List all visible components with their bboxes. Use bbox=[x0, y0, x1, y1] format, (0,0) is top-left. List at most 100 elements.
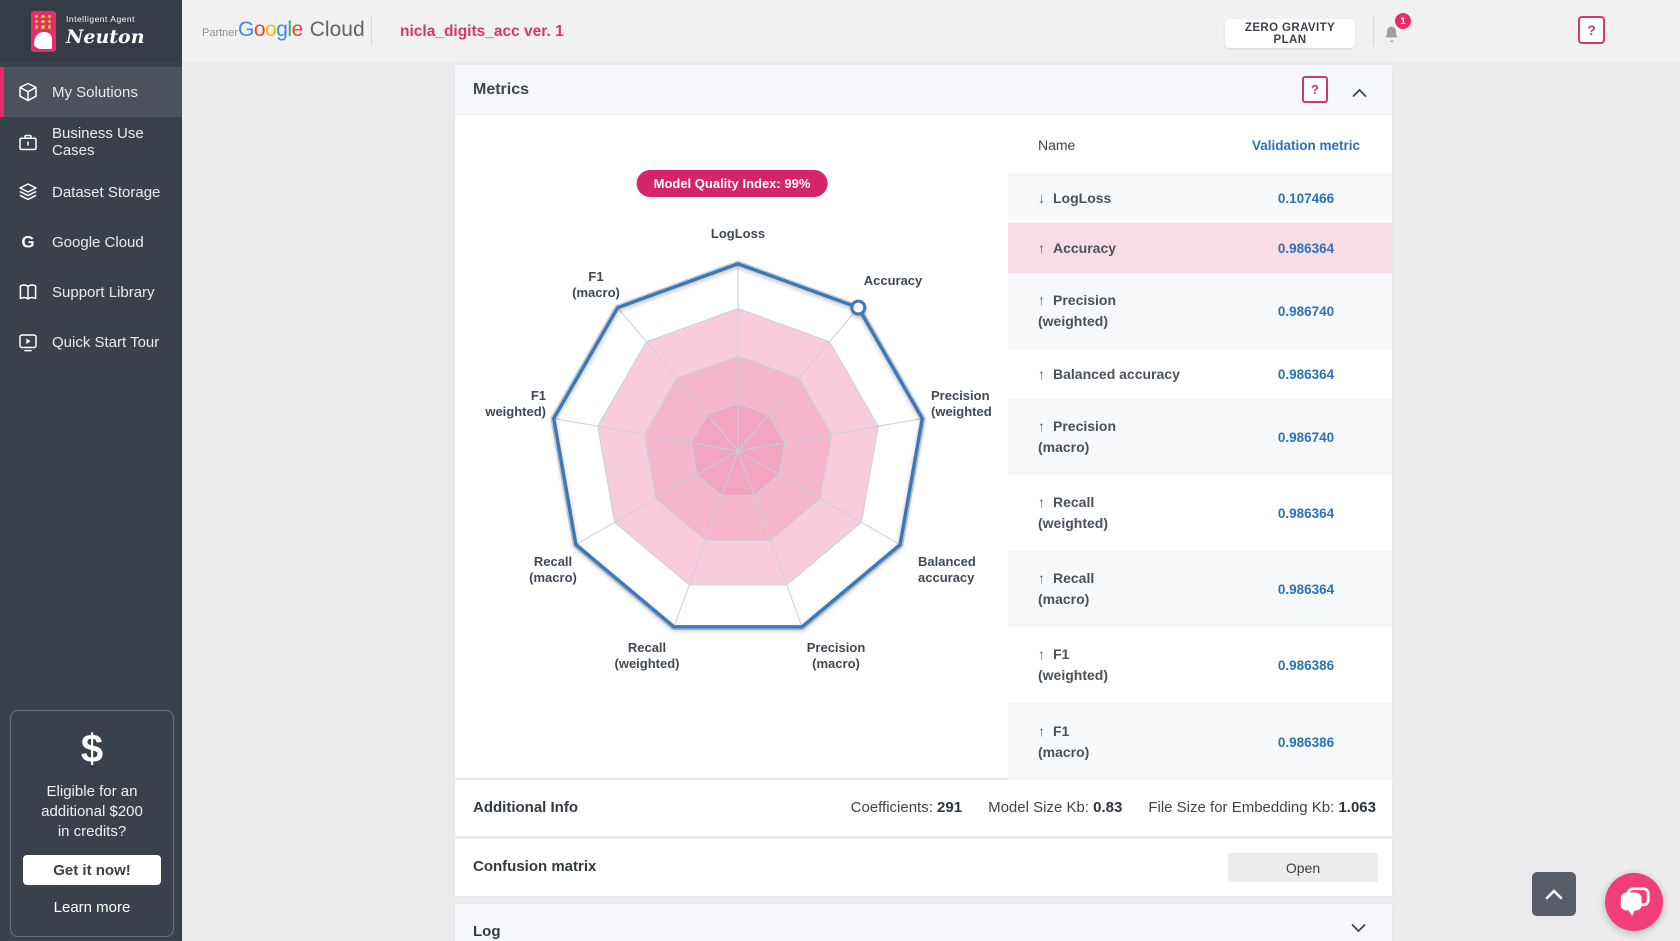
sidebar-item-dataset-storage[interactable]: Dataset Storage bbox=[0, 167, 182, 217]
confusion-matrix-card: Confusion matrix Open bbox=[455, 839, 1392, 896]
metric-name: Balanced accuracy bbox=[1053, 366, 1180, 382]
promo-text: Eligible for an additional $200 in credi… bbox=[11, 782, 173, 842]
coefficients-stat: Coefficients: 291 bbox=[851, 799, 962, 816]
model-size-stat: Model Size Kb: 0.83 bbox=[988, 799, 1122, 816]
metric-row-precision-weighted-[interactable]: ↑Precision(weighted)0.986740 bbox=[1008, 273, 1392, 349]
radar-axis-label-f1-macro-: F1 (macro) bbox=[572, 269, 620, 301]
additional-info-card: Additional Info Coefficients: 291 Model … bbox=[455, 780, 1392, 836]
credits-promo-card: $ Eligible for an additional $200 in cre… bbox=[10, 710, 174, 937]
chat-bubble-icon bbox=[1615, 884, 1653, 920]
help-button[interactable]: ? bbox=[1578, 16, 1605, 44]
sidebar-menu: My Solutions Business Use CasesDataset St… bbox=[0, 67, 182, 367]
arrow-up-icon: ↑ bbox=[1038, 723, 1045, 739]
metric-value: 0.986740 bbox=[1220, 430, 1392, 445]
radar-axis-label-recall-weighted-: Recall (weighted) bbox=[615, 640, 680, 672]
metric-row-logloss[interactable]: ↓ LogLoss 0.107466 bbox=[1008, 173, 1392, 223]
logo-tagline: Intelligent Agent bbox=[66, 15, 145, 24]
chat-button[interactable] bbox=[1605, 873, 1663, 931]
metric-value: 0.986740 bbox=[1220, 304, 1392, 319]
metric-name: Precision bbox=[1053, 418, 1116, 434]
metric-row-accuracy[interactable]: ↑ Accuracy 0.986364 bbox=[1008, 223, 1392, 273]
file-size-stat: File Size for Embedding Kb: 1.063 bbox=[1148, 799, 1376, 816]
open-confusion-matrix-button[interactable]: Open bbox=[1228, 853, 1378, 882]
metric-value: 0.107466 bbox=[1220, 191, 1392, 206]
radar-axis-label-balanced-accuracy: Balanced accuracy bbox=[918, 554, 976, 586]
collapse-chevron-up-icon[interactable] bbox=[1352, 85, 1367, 103]
sidebar-item-label: My Solutions bbox=[52, 84, 138, 101]
topbar: Partner GoogleCloud nicla_digits_acc ver… bbox=[182, 0, 1680, 62]
radar-axis-label-logloss: LogLoss bbox=[711, 226, 765, 242]
sidebar-item-business-use-cases[interactable]: Business Use Cases bbox=[0, 117, 182, 167]
sidebar: Intelligent Agent Neuton My Solutions Bus… bbox=[0, 0, 182, 941]
radar-axis-label-accuracy: Accuracy bbox=[864, 273, 923, 289]
main-area: Metrics ? LogLoss Accuracy Precision (weig… bbox=[182, 62, 1680, 941]
arrow-up-icon: ↑ bbox=[1038, 366, 1045, 382]
chevron-up-icon bbox=[1543, 887, 1565, 901]
metric-name: LogLoss bbox=[1053, 190, 1111, 206]
radar-chart-svg bbox=[455, 116, 1008, 778]
partner-label: Partner bbox=[202, 27, 238, 39]
log-card: Log bbox=[455, 904, 1392, 941]
get-it-now-button[interactable]: Get it now! bbox=[23, 855, 161, 885]
scroll-to-top-button[interactable] bbox=[1532, 872, 1576, 916]
metric-name: F1 bbox=[1053, 723, 1069, 739]
arrow-up-icon: ↑ bbox=[1038, 418, 1045, 434]
metric-name: Recall bbox=[1053, 570, 1094, 586]
metric-name: Recall bbox=[1053, 494, 1094, 510]
sidebar-item-label: Support Library bbox=[52, 284, 155, 301]
radar-axis-label-f1-weighted-: F1 weighted) bbox=[485, 388, 546, 420]
learn-more-link[interactable]: Learn more bbox=[11, 899, 173, 916]
metric-name: Precision bbox=[1053, 292, 1116, 308]
google-cloud-logo: GoogleCloud bbox=[238, 18, 365, 42]
radar-chart: LogLoss Accuracy Precision (weighted Balanc… bbox=[455, 116, 1008, 778]
log-chevron-down-icon[interactable] bbox=[1351, 920, 1366, 938]
solution-title: nicla_digits_acc ver. 1 bbox=[400, 23, 564, 41]
metric-value: 0.986364 bbox=[1220, 241, 1392, 256]
metric-row-recall-macro-[interactable]: ↑Recall(macro)0.986364 bbox=[1008, 551, 1392, 627]
radar-axis-label-precision-macro-: Precision (macro) bbox=[807, 640, 866, 672]
metric-row-f1-macro-[interactable]: ↑F1(macro)0.986386 bbox=[1008, 703, 1392, 781]
sidebar-item-my-solutions[interactable]: My Solutions bbox=[0, 67, 182, 117]
metric-row-precision-macro-[interactable]: ↑Precision(macro)0.986740 bbox=[1008, 399, 1392, 475]
sidebar-item-support-library[interactable]: Support Library bbox=[0, 267, 182, 317]
additional-info-stats: Coefficients: 291 Model Size Kb: 0.83 Fi… bbox=[851, 799, 1376, 816]
neuton-logo[interactable]: Intelligent Agent Neuton bbox=[0, 0, 182, 62]
metric-row-recall-weighted-[interactable]: ↑Recall(weighted)0.986364 bbox=[1008, 475, 1392, 551]
name-column-header: Name bbox=[1038, 137, 1075, 153]
bird-icon bbox=[34, 32, 52, 49]
google-g-icon: G bbox=[17, 231, 39, 253]
neuton-logo-icon bbox=[31, 11, 56, 52]
sidebar-item-label: Quick Start Tour bbox=[52, 334, 159, 351]
app-root: Intelligent Agent Neuton My Solutions Bus… bbox=[0, 0, 1680, 941]
model-quality-badge: Model Quality Index: 99% bbox=[637, 170, 828, 197]
sidebar-item-google-cloud[interactable]: G Google Cloud bbox=[0, 217, 182, 267]
log-title: Log bbox=[473, 923, 501, 940]
metrics-title: Metrics bbox=[473, 81, 529, 99]
arrow-up-icon: ↑ bbox=[1038, 240, 1045, 256]
metric-name: Accuracy bbox=[1053, 240, 1116, 256]
metric-value: 0.986386 bbox=[1220, 735, 1392, 750]
metric-name: F1 bbox=[1053, 646, 1069, 662]
arrow-down-icon: ↓ bbox=[1038, 190, 1045, 206]
briefcase-icon bbox=[17, 131, 39, 153]
metric-value: 0.986364 bbox=[1220, 582, 1392, 597]
metrics-header: Metrics ? bbox=[455, 65, 1392, 115]
confusion-matrix-title: Confusion matrix bbox=[473, 858, 596, 875]
arrow-up-icon: ↑ bbox=[1038, 570, 1045, 586]
notification-badge[interactable]: 1 bbox=[1393, 11, 1413, 31]
metrics-help-button[interactable]: ? bbox=[1302, 76, 1328, 103]
radar-axis-label-precision-weighted: Precision (weighted bbox=[931, 388, 992, 420]
arrow-up-icon: ↑ bbox=[1038, 646, 1045, 662]
arrow-up-icon: ↑ bbox=[1038, 494, 1045, 510]
zero-gravity-plan-button[interactable]: ZERO GRAVITY PLAN bbox=[1225, 19, 1355, 48]
metric-value: 0.986364 bbox=[1220, 506, 1392, 521]
metric-row-f1-weighted-[interactable]: ↑F1(weighted)0.986386 bbox=[1008, 627, 1392, 703]
metrics-table-header: Name Validation metric bbox=[1008, 116, 1392, 173]
topbar-divider bbox=[371, 16, 372, 46]
svg-text:G: G bbox=[21, 233, 34, 252]
metric-row-balanced-accuracy[interactable]: ↑Balanced accuracy0.986364 bbox=[1008, 349, 1392, 399]
sidebar-item-quick-start-tour[interactable]: Quick Start Tour bbox=[0, 317, 182, 367]
sidebar-item-label: Google Cloud bbox=[52, 234, 144, 251]
metrics-table: Name Validation metric ↓ LogLoss 0.107466 ↑… bbox=[1008, 116, 1392, 778]
validation-metric-column-header[interactable]: Validation metric bbox=[1220, 138, 1392, 153]
